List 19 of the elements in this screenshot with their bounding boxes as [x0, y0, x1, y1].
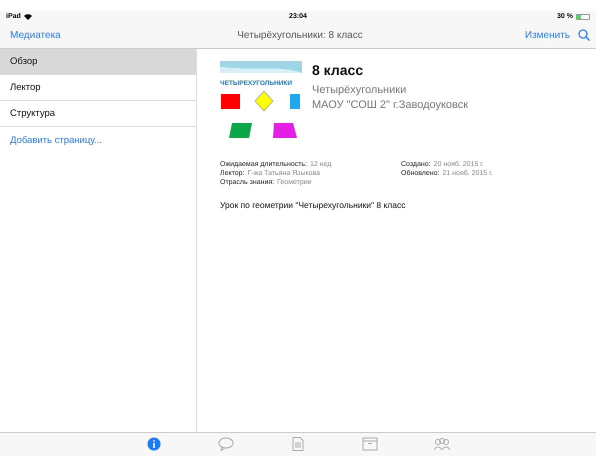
document-icon — [290, 437, 306, 451]
people-icon — [434, 437, 450, 451]
course-title: 8 класс — [312, 62, 364, 78]
sidebar-item[interactable]: Структура — [0, 101, 196, 127]
wifi-icon — [24, 14, 32, 20]
search-icon[interactable] — [578, 29, 590, 41]
battery-icon — [576, 14, 590, 20]
sidebar-item[interactable]: Обзор — [0, 49, 196, 75]
course-subtitle: Четырёхугольники — [312, 83, 408, 98]
back-link[interactable]: Медиатека — [10, 30, 190, 40]
info-icon — [146, 437, 162, 451]
edit-link[interactable]: Изменить — [524, 30, 570, 40]
sidebar-item[interactable]: Лектор — [0, 75, 196, 101]
school-name: МАОУ "СОШ 2" г.Заводоуковск — [312, 98, 468, 113]
speech-bubble-icon — [218, 437, 234, 451]
nav-title: Четырёхугольники: 8 класс — [236, 30, 364, 40]
course-description: Урок по геометрии "Четырехугольники" 8 класс — [220, 200, 406, 210]
box-icon — [362, 437, 378, 451]
add-page-link[interactable]: Добавить страницу... — [0, 127, 196, 154]
